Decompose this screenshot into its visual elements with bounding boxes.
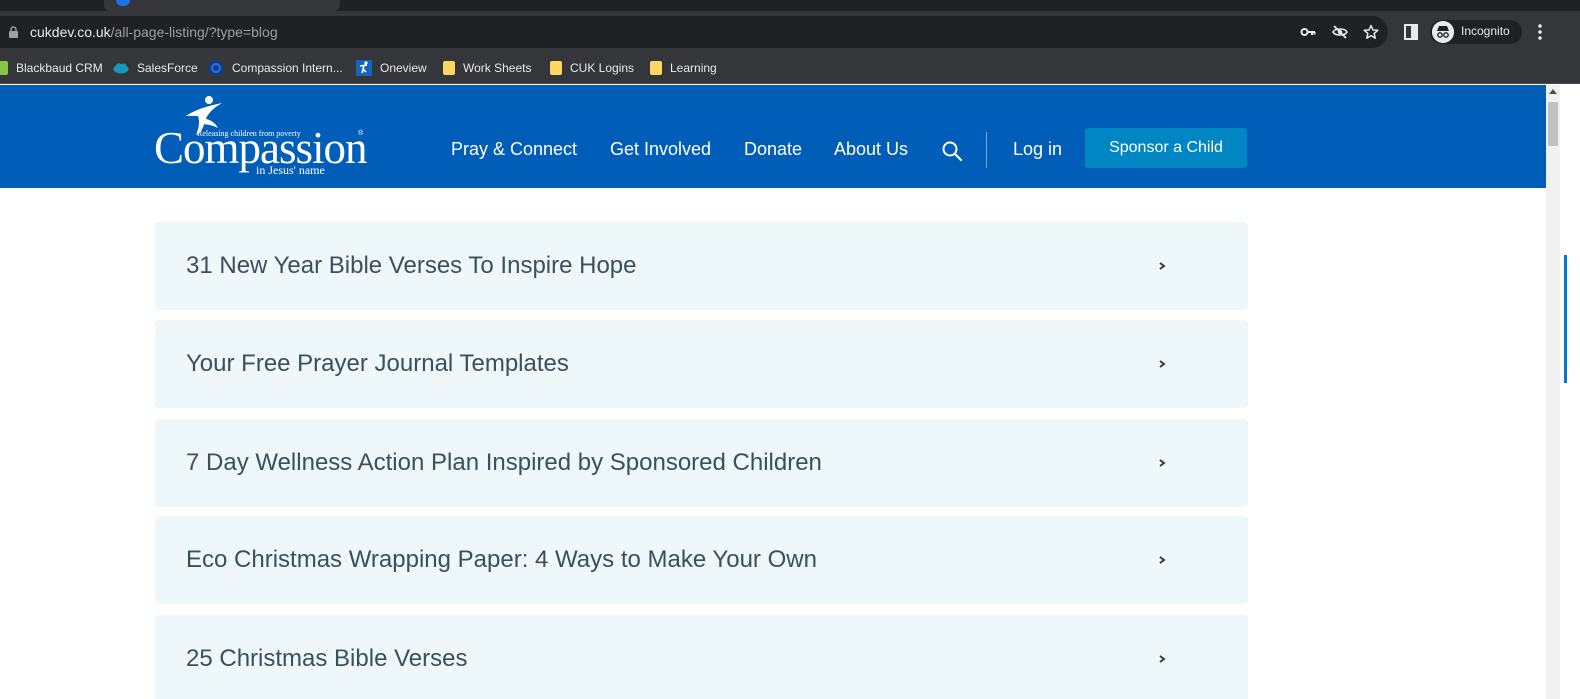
list-item[interactable]: Your Free Prayer Journal Templates [155,320,1248,408]
search-icon[interactable] [941,140,963,162]
star-icon[interactable] [1363,24,1379,40]
incognito-badge[interactable]: Incognito [1430,20,1522,44]
bookmark-label: SalesForce [137,61,198,75]
address-bar[interactable]: cukdev.co.uk/all-page-listing/?type=blog [0,16,1388,48]
compassion-figure-icon [356,60,372,76]
blackbaud-icon [0,61,8,75]
bookmark-label: Learning [670,61,717,75]
list-item-title: 31 New Year Bible Verses To Inspire Hope [186,252,637,279]
chevron-right-icon [1159,655,1166,663]
bookmark-blackbaud-crm[interactable]: Blackbaud CRM [0,59,103,77]
bookmark-work-sheets[interactable]: Work Sheets [443,59,531,77]
incognito-icon [1432,21,1454,43]
bookmark-salesforce[interactable]: SalesForce [113,59,198,77]
bookmark-oneview[interactable]: Oneview [356,59,427,77]
bookmark-label: Oneview [380,61,427,75]
log-in-link[interactable]: Log in [1013,139,1062,160]
bookmark-cuk-logins[interactable]: CUK Logins [550,59,634,77]
url-text[interactable]: cukdev.co.uk/all-page-listing/?type=blog [30,24,278,40]
scroll-thumb[interactable] [1548,102,1558,146]
sponsor-a-child-button[interactable]: Sponsor a Child [1085,128,1247,168]
nav-donate[interactable]: Donate [744,139,802,160]
bookmark-label: CUK Logins [570,61,635,75]
tab-strip [0,0,1580,11]
list-item-title: 25 Christmas Bible Verses [186,645,468,672]
window-edge-accent [1564,255,1567,383]
site-header: Releasing children from poverty Compassi… [0,85,1546,188]
nav-get-involved[interactable]: Get Involved [610,139,711,160]
bookmark-learning[interactable]: Learning [650,59,717,77]
logo-subline: in Jesus' name [256,163,325,177]
chevron-right-icon [1159,556,1166,564]
chevron-right-icon [1159,459,1166,467]
nav-divider [986,132,987,168]
bookmark-compassion-intern[interactable]: Compassion Intern... [208,59,343,77]
list-item[interactable]: 7 Day Wellness Action Plan Inspired by S… [155,419,1248,507]
window-edge [1560,85,1580,699]
list-item[interactable]: 31 New Year Bible Verses To Inspire Hope [155,222,1248,310]
bookmark-label: Compassion Intern... [232,61,343,75]
list-item-title: Eco Christmas Wrapping Paper: 4 Ways to … [186,546,817,573]
incognito-label: Incognito [1461,24,1510,38]
salesforce-cloud-icon [113,63,129,74]
compassion-logo[interactable]: Releasing children from poverty Compassi… [154,94,368,177]
kebab-menu-icon[interactable] [1537,23,1543,41]
bookmark-label: Work Sheets [463,61,532,75]
bookmark-label: Blackbaud CRM [16,61,103,75]
list-item[interactable]: 25 Christmas Bible Verses [155,615,1248,699]
scroll-up-arrow-icon[interactable] [1549,89,1557,94]
folder-icon [550,61,562,75]
compassion-ring-icon [208,60,224,76]
registered-mark: ® [358,130,364,137]
page-scrollbar[interactable] [1546,85,1560,699]
folder-icon [650,61,662,75]
url-host: cukdev.co.uk [30,24,111,40]
active-tab[interactable] [104,0,340,11]
eye-off-icon[interactable] [1332,24,1348,40]
url-path: /all-page-listing/?type=blog [110,24,278,40]
browser-toolbar: cukdev.co.uk/all-page-listing/?type=blog… [0,11,1580,53]
chevron-right-icon [1159,360,1166,368]
key-icon[interactable] [1300,24,1316,40]
side-panel-icon[interactable] [1404,24,1418,40]
folder-icon [443,61,455,75]
list-item-title: 7 Day Wellness Action Plan Inspired by S… [186,449,822,476]
chevron-right-icon [1159,262,1166,270]
list-item-title: Your Free Prayer Journal Templates [186,350,569,377]
list-item[interactable]: Eco Christmas Wrapping Paper: 4 Ways to … [155,516,1248,604]
nav-about-us[interactable]: About Us [834,139,908,160]
lock-icon[interactable] [8,26,19,38]
nav-pray-connect[interactable]: Pray & Connect [451,139,577,160]
bookmarks-bar: Blackbaud CRM SalesForce Compassion Inte… [0,53,1580,84]
